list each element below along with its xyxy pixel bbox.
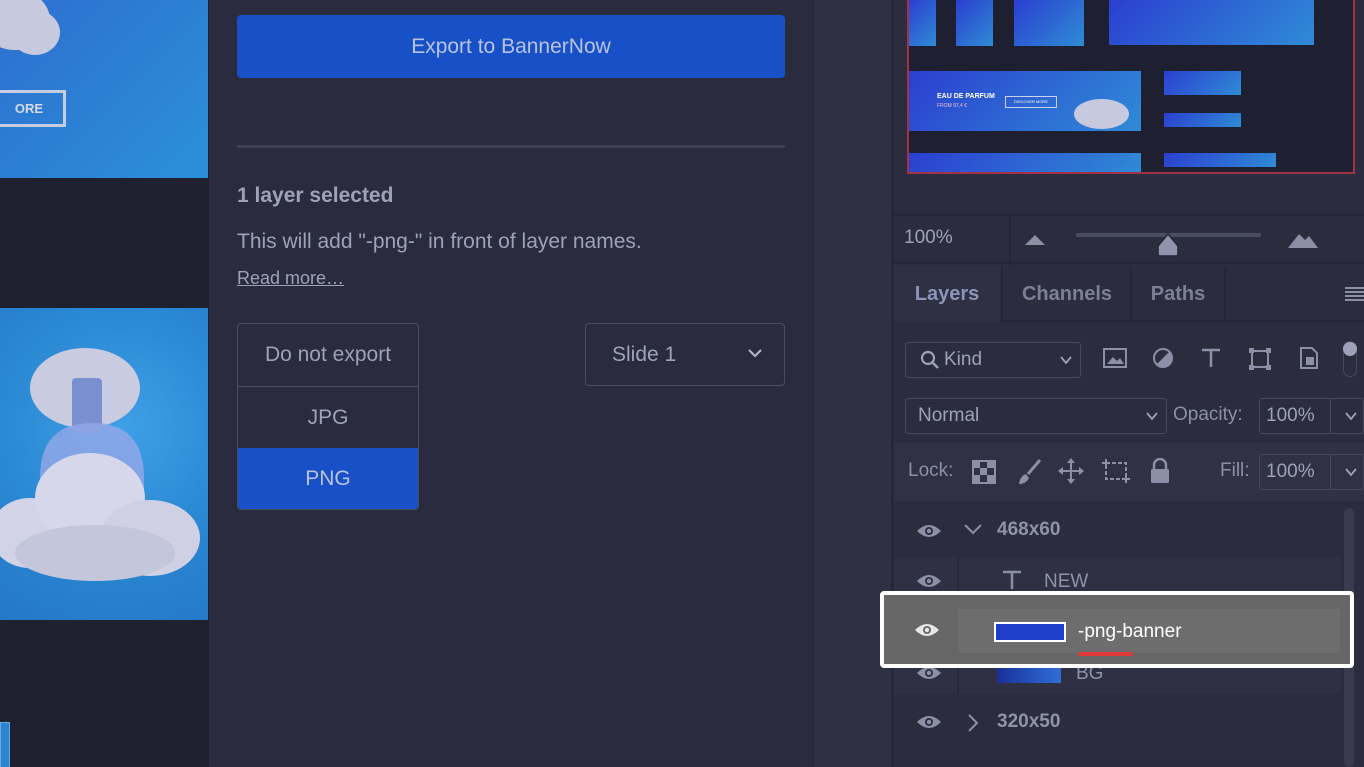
cloud-shape [1074,99,1129,129]
layer-name: 320x50 [997,711,1061,732]
eye-icon[interactable] [916,714,942,730]
divider [1330,399,1331,433]
adjustment-filter-icon[interactable] [1152,347,1174,369]
navigator-thumb [1164,71,1241,95]
layer-name: NEW [1044,571,1089,592]
divider [1009,216,1011,266]
fill-field[interactable]: 100% [1259,454,1364,490]
shape-filter-icon[interactable] [1248,347,1272,371]
navigator-thumb [1109,0,1314,45]
text-filter-icon[interactable] [1200,347,1222,369]
thumb-text: EAU DE PARFUM [937,93,995,100]
export-panel: Export to BannerNow 1 layer selected Thi… [209,0,815,767]
layers-panel-tabs: Layers Channels Paths [894,266,1364,322]
chevron-down-icon [1146,412,1158,421]
text-layer-icon [1003,570,1021,589]
fill-value: 100% [1266,461,1315,482]
canvas-preview: ORE [0,0,209,767]
zoom-slider-handle[interactable] [1156,232,1180,258]
selection-description: This will add "-png-" in front of layer … [237,230,642,253]
divider [1330,455,1331,489]
lock-transparent-pixels-icon[interactable] [972,460,996,484]
format-option-do-not-export[interactable]: Do not export [238,324,418,386]
chevron-down-icon [1345,468,1357,477]
eye-icon[interactable] [914,622,940,638]
navigator-thumb [1164,153,1276,167]
lock-position-icon[interactable] [1057,457,1085,485]
banner-artwork-perfume [0,308,208,620]
blend-mode-select[interactable]: Normal [905,398,1167,434]
navigator-thumb [956,0,993,46]
lock-all-icon[interactable] [1149,458,1171,484]
navigator-thumb: EAU DE PARFUM FROM 97,4 € DISCOVER MORE [909,71,1141,131]
perfume-bottle-illustration [0,348,200,581]
navigator-thumb [1014,0,1084,46]
zoom-value[interactable]: 100% [904,227,953,249]
banner-artwork-top: ORE [0,0,208,178]
discover-more-button-partial: ORE [0,90,66,127]
thumb-button: DISCOVER MORE [1005,96,1057,108]
read-more-link[interactable]: Read more… [237,268,344,289]
export-to-bannernow-button[interactable]: Export to BannerNow [237,15,785,78]
layer-filter-kind-select[interactable]: Kind [905,342,1081,378]
opacity-field[interactable]: 100% [1259,398,1364,434]
slide-select-value: Slide 1 [612,343,677,366]
eye-icon[interactable] [916,573,942,589]
filter-toggle-switch[interactable] [1343,341,1357,377]
opacity-label: Opacity: [1173,404,1243,425]
fill-label: Fill: [1220,460,1250,481]
layer-row-selected[interactable]: -png-banner [880,591,1354,668]
layer-row-group[interactable]: 320x50 [894,695,1341,747]
navigator-preview[interactable]: EAU DE PARFUM FROM 97,4 € DISCOVER MORE [907,0,1355,174]
navigator-thumb [909,153,1141,172]
chevron-right-icon[interactable] [967,714,979,732]
smart-object-filter-icon[interactable] [1298,346,1320,370]
divider [237,145,785,148]
chevron-down-icon [1345,412,1357,421]
lock-artboard-icon[interactable] [1101,457,1131,485]
eye-icon[interactable] [916,523,942,539]
tab-layers[interactable]: Layers [894,266,1000,322]
lock-image-pixels-icon[interactable] [1016,458,1042,486]
tab-channels[interactable]: Channels [1001,266,1131,322]
opacity-value: 100% [1266,405,1315,426]
zoom-out-icon[interactable] [1024,233,1046,247]
selection-count: 1 layer selected [237,184,394,207]
image-filter-icon[interactable] [1103,347,1127,369]
chevron-down-icon[interactable] [964,523,982,535]
thumb-text: FROM 97,4 € [937,103,968,109]
spellcheck-underline [1078,652,1133,656]
cloud-shape [10,10,60,55]
layer-row-group[interactable]: 468x60 [894,505,1341,557]
slide-select[interactable]: Slide 1 [585,323,785,386]
export-format-group: Do not export JPG PNG [237,323,419,510]
format-option-jpg[interactable]: JPG [238,386,418,448]
layer-name: -png-banner [1078,621,1182,642]
navigator-thumb [909,0,936,46]
filter-kind-label: Kind [944,349,983,370]
smart-object-thumbnail [994,622,1066,642]
navigator-zoom-row: 100% [894,214,1364,266]
chevron-down-icon [1060,356,1072,365]
blend-mode-value: Normal [918,405,980,426]
tab-paths[interactable]: Paths [1130,266,1226,322]
format-option-png[interactable]: PNG [238,448,418,509]
banner-artwork-edge [0,722,10,767]
zoom-in-icon[interactable] [1286,228,1320,250]
navigator-thumb [1164,113,1241,127]
search-icon [920,350,939,369]
layer-name: 468x60 [997,519,1061,540]
lock-label: Lock: [908,460,954,481]
panel-menu-icon[interactable] [1345,286,1364,302]
chevron-down-icon [748,349,762,358]
